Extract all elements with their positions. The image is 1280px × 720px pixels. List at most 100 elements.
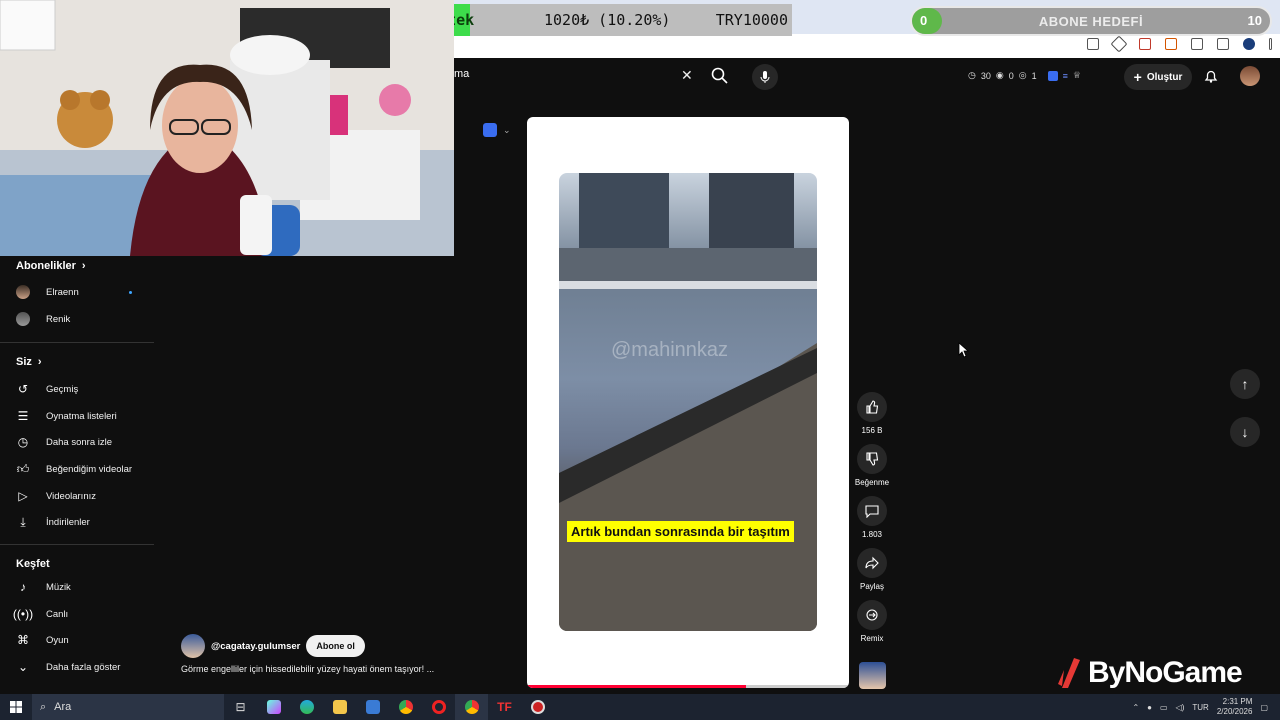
volume-icon[interactable]: ◁) [1176, 703, 1185, 712]
sidebar-toggle-icon[interactable] [1217, 38, 1229, 50]
chrome-active-icon[interactable] [455, 694, 488, 720]
fox-extension-icon[interactable] [1165, 38, 1177, 50]
trophy-icon[interactable]: ♕ [1073, 70, 1081, 81]
sidebar-item-liked[interactable]: 👍︎ Beğendiğim videolar [16, 460, 132, 478]
sidebar-item-renik[interactable]: Renik [16, 310, 70, 328]
arrow-up-icon: ↑ [1241, 376, 1249, 392]
sidebar-item-your-videos[interactable]: ▷ Videolarınız [16, 487, 96, 505]
list-icon[interactable]: ≡ [1063, 71, 1068, 81]
network-icon[interactable]: ▭ [1160, 703, 1168, 712]
play-square-icon: ▷ [18, 489, 28, 503]
copilot-icon[interactable] [257, 694, 290, 720]
next-short-button[interactable]: ↓ [1230, 417, 1260, 447]
folder-icon[interactable] [323, 694, 356, 720]
stat-c: 1 [1031, 70, 1037, 81]
share-icon [857, 548, 887, 578]
search-icon[interactable] [710, 66, 730, 86]
like-button[interactable]: 156 B [856, 392, 888, 435]
thumbs-up-icon [857, 392, 887, 422]
explore-label: Keşfet [16, 558, 50, 570]
avatar[interactable] [1240, 66, 1260, 86]
subscriptions-section-title[interactable]: Abonelikler › [16, 260, 86, 272]
sidebar-item-downloads[interactable]: ⤓ İndirilenler [16, 513, 89, 531]
sound-thumbnail[interactable] [859, 662, 886, 689]
chrome-icon[interactable] [389, 694, 422, 720]
extension-menu[interactable]: ⌄ [483, 123, 511, 137]
sidebar-item-history[interactable]: ↺ Geçmiş [16, 380, 78, 398]
sidebar-item-label: Canlı [46, 608, 69, 620]
create-button[interactable]: + Oluştur [1124, 64, 1192, 90]
video-frame[interactable]: @mahinnkaz Artık bundan sonrasında bir t… [559, 173, 817, 631]
sidebar-item-show-more[interactable]: ⌄ Daha fazla göster [16, 658, 121, 676]
microphone-button[interactable] [752, 64, 778, 90]
sidebar-item-label: Geçmiş [46, 383, 79, 395]
extension-badge-icon[interactable] [1139, 38, 1151, 50]
store-icon[interactable] [356, 694, 389, 720]
extension-stats: ◷ 30 ◉ 0 ◎ 1 ≡ ♕ [968, 70, 1081, 81]
profile-icon[interactable] [1243, 38, 1255, 50]
thumbs-down-icon [857, 444, 887, 474]
chevron-down-icon: ⌄ [17, 660, 29, 674]
kebab-menu-icon[interactable] [1269, 38, 1272, 50]
chevron-right-icon: › [81, 260, 86, 272]
dislike-label: Beğenme [854, 478, 890, 487]
chevron-up-icon[interactable]: ⌃ [1132, 703, 1139, 712]
eye-icon: ◎ [1018, 70, 1027, 80]
download-icon: ⤓ [20, 514, 26, 529]
bookmark-star-icon[interactable] [1110, 35, 1128, 53]
start-button[interactable] [0, 694, 32, 720]
notification-icon[interactable]: ▢ [1260, 703, 1268, 712]
puzzle-icon[interactable] [1191, 38, 1203, 50]
subscriptions-label: Abonelikler [16, 260, 76, 272]
remix-button[interactable]: Remix [856, 600, 888, 643]
chevron-down-icon: ⌄ [503, 124, 511, 135]
eye-icon: ◉ [995, 70, 1004, 80]
sidebar-item-gaming[interactable]: ⌘ Oyun [16, 631, 69, 649]
shorts-player[interactable]: @mahinnkaz Artık bundan sonrasında bir t… [527, 117, 849, 688]
comments-button[interactable]: 1.803 [856, 496, 888, 539]
channel-avatar[interactable] [181, 634, 205, 658]
clock-time: 2:31 PM [1222, 697, 1253, 706]
tiktok-icon[interactable]: TF [488, 694, 521, 720]
sidebar-item-elraenn[interactable]: Elraenn [16, 283, 132, 301]
search-input[interactable]: ma [454, 68, 469, 80]
extension-icon[interactable] [1047, 70, 1058, 81]
edge-icon[interactable] [290, 694, 323, 720]
clock[interactable]: 2:31 PM 2/20/2026 [1217, 697, 1253, 717]
close-icon[interactable]: ✕ [681, 67, 693, 84]
video-title[interactable]: Görme engelliler için hissedilebilir yüz… [181, 664, 434, 674]
microphone-icon[interactable]: ● [1147, 703, 1152, 712]
live-icon: ((•)) [12, 607, 34, 621]
clock-icon: ◷ [968, 70, 976, 80]
thumbs-up-icon: 👍︎ [16, 461, 30, 476]
sidebar-item-live[interactable]: ((•)) Canlı [12, 605, 69, 623]
opera-icon[interactable] [422, 694, 455, 720]
share-button[interactable]: Paylaş [856, 548, 888, 591]
chevron-right-icon: › [37, 356, 42, 368]
browser-extension-icons [1087, 35, 1272, 53]
goal-label: ABONE HEDEFİ [1038, 14, 1144, 29]
obs-icon[interactable] [521, 694, 554, 720]
install-icon[interactable] [1087, 38, 1099, 50]
share-label: Paylaş [859, 582, 884, 591]
plus-icon: + [1133, 69, 1142, 85]
clock-icon: ◷ [17, 435, 29, 449]
sidebar-item-watch-later[interactable]: ◷ Daha sonra izle [16, 433, 112, 451]
sidebar-item-music[interactable]: ♪ Müzik [16, 578, 71, 596]
language-indicator[interactable]: TUR [1192, 703, 1208, 712]
sidebar-item-label: Elraenn [46, 286, 79, 298]
video-progress-bar[interactable] [527, 685, 849, 688]
bell-icon[interactable] [1203, 68, 1219, 84]
you-section-title[interactable]: Siz › [16, 356, 42, 368]
subscribe-button[interactable]: Abone ol [306, 635, 365, 657]
video-watermark: @mahinnkaz [611, 339, 729, 361]
channel-name[interactable]: @cagatay.gulumser [211, 641, 300, 652]
bynogame-mark-icon [1058, 658, 1080, 688]
task-view-icon[interactable]: ⊟ [224, 694, 257, 720]
dislike-button[interactable]: Beğenme [854, 444, 890, 487]
create-label: Oluştur [1146, 71, 1183, 83]
taskbar-search[interactable]: ⌕ Ara [32, 694, 224, 720]
sidebar-item-playlists[interactable]: ☰ Oynatma listeleri [16, 407, 117, 425]
remix-icon [857, 600, 887, 630]
previous-short-button[interactable]: ↑ [1230, 369, 1260, 399]
